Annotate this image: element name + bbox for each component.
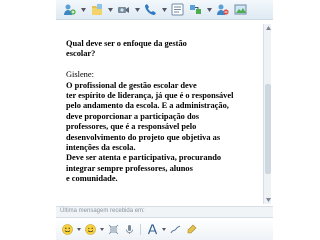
wink-icon[interactable] [83,223,97,237]
block-icon[interactable] [215,2,230,17]
chat-window: Qual deve ser o enfoque da gestão escolar… [56,0,273,240]
message-line: O profissional de gestão escolar deve [66,80,197,90]
chevron-down-icon[interactable] [161,2,167,17]
message-line: Deve ser atenta e participativa, procura… [66,153,222,163]
message-line: desenvolvimento do projeto que objetiva … [66,132,221,142]
chevron-down-icon[interactable] [107,2,113,17]
status-bar: Última mensagem recebida em: [56,206,273,218]
message-line: integrar sempre professores, alunos [66,163,193,173]
last-message-status: Última mensagem recebida em: [60,208,145,214]
top-toolbar [56,0,273,20]
scroll-thumb[interactable] [265,84,271,174]
toolbar-divider [140,224,141,235]
background-icon[interactable] [233,2,248,17]
message-line: Qual deve ser o enfoque da gestão [66,39,187,48]
message-line: e comunidade. [66,174,118,184]
chevron-down-icon[interactable] [99,223,104,237]
format-toolbar [56,219,273,240]
message-line: ter espírito de liderança, já que é o re… [66,90,234,100]
chevron-down-icon[interactable] [76,223,81,237]
message-line: pelo andamento da escola. E a administra… [66,101,229,111]
handwriting-icon[interactable] [168,223,182,237]
games-icon[interactable] [188,2,203,17]
chevron-down-icon[interactable] [161,223,166,237]
invite-contact-icon[interactable] [62,2,77,17]
chevron-down-icon[interactable] [206,2,212,17]
message-line: escolar? [66,49,96,59]
message-line: intenções da escola. [66,142,136,152]
voice-call-icon[interactable] [143,2,158,17]
ink-icon[interactable] [184,223,198,237]
conversation-text: Qual deve ser o enfoque da gestão escolar… [66,39,272,184]
voice-clip-icon[interactable] [122,223,136,237]
send-files-icon[interactable] [89,2,104,17]
scroll-up-icon[interactable] [264,24,272,32]
scroll-down-icon[interactable] [264,196,272,204]
message-line: Gislene: [66,70,94,80]
chevron-down-icon[interactable] [80,2,86,17]
activities-icon[interactable] [170,2,185,17]
video-call-icon[interactable] [116,2,131,17]
nudge-icon[interactable] [106,223,120,237]
emoticon-icon[interactable] [60,223,74,237]
conversation-area: Qual deve ser o enfoque da gestão escolar… [63,36,259,204]
message-line: deve proporcionar a participação dos [66,111,200,121]
message-line: professores, que é a responsável pelo [66,122,197,132]
font-icon[interactable] [145,223,159,237]
vertical-scrollbar[interactable] [263,24,271,204]
chevron-down-icon[interactable] [134,2,140,17]
